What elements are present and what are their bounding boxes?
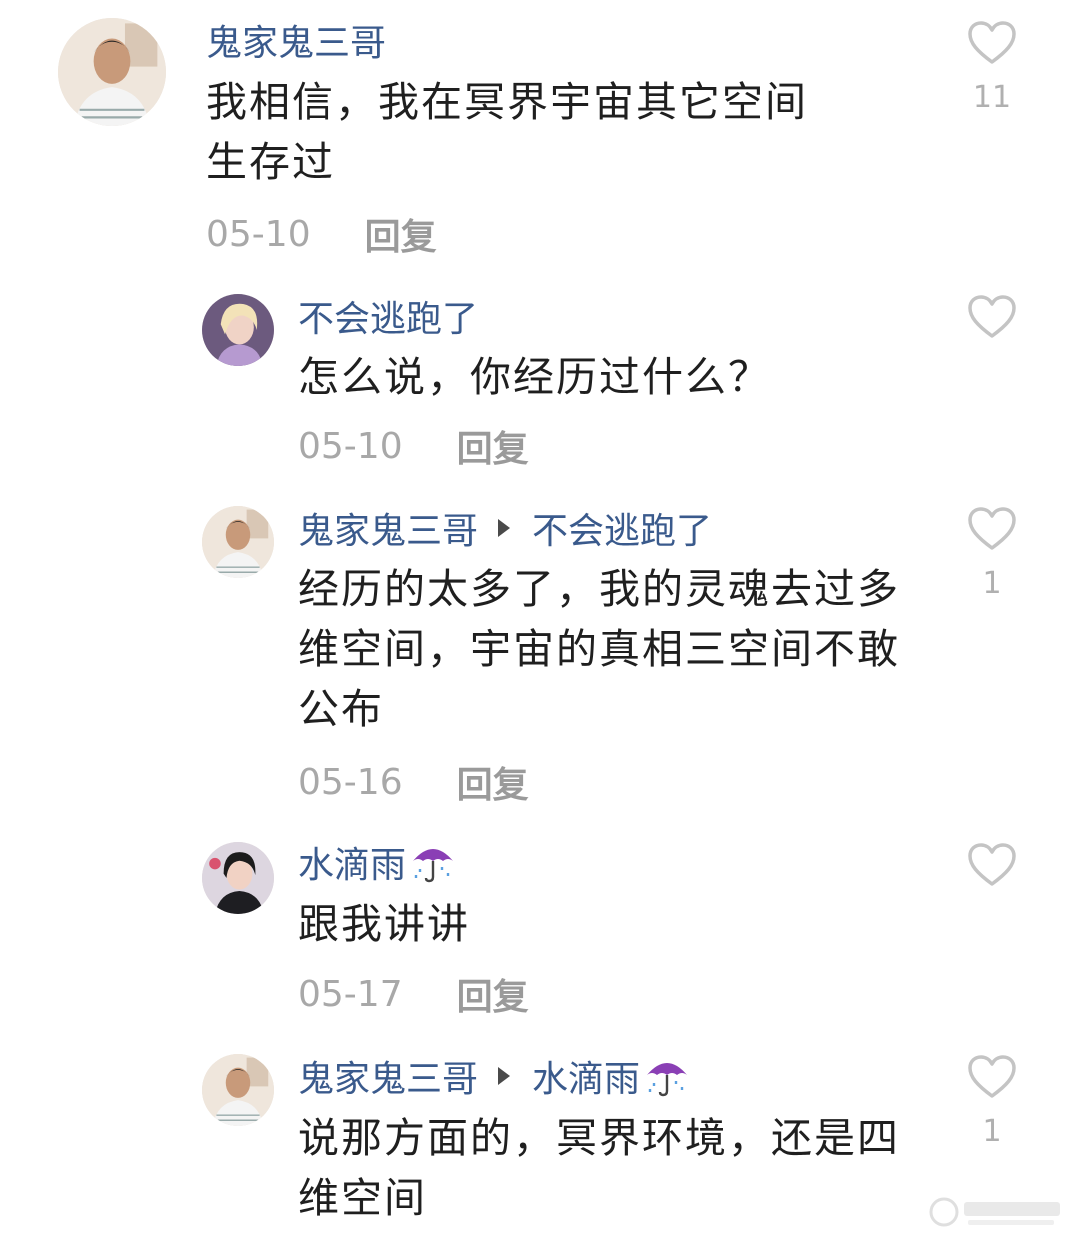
comment-text: 说那方面的，冥界环境，还是四维空间 (298, 1114, 900, 1222)
reply-to-name[interactable]: 不会逃跑了 (532, 502, 712, 554)
comment-author-line: 鬼家鬼三哥 (206, 16, 386, 64)
comment-author-line: 水滴雨 (298, 838, 456, 886)
author-name[interactable]: 不会逃跑了 (298, 290, 478, 342)
reply-button[interactable]: 回复 (457, 968, 529, 1020)
like-count: 1 (982, 566, 1002, 601)
comment-meta: 05-16 回复 (298, 760, 529, 807)
heart-icon[interactable] (967, 20, 1017, 66)
like-group: 11 (966, 20, 1018, 115)
comment-text: 我相信，我在冥界宇宙其它空间生存过 (206, 78, 808, 186)
like-group: 1 (966, 506, 1018, 601)
reply-to-name[interactable]: 水滴雨 (532, 1050, 640, 1102)
heart-icon[interactable] (967, 1054, 1017, 1100)
avatar[interactable] (202, 294, 274, 366)
heart-icon[interactable] (967, 294, 1017, 340)
comment-date: 05-10 (298, 425, 403, 467)
like-group (966, 842, 1018, 888)
comment-meta: 05-10 回复 (298, 424, 529, 471)
avatar[interactable] (202, 1054, 274, 1126)
avatar[interactable] (58, 18, 166, 126)
author-name[interactable]: 水滴雨 (298, 836, 406, 888)
like-count: 1 (982, 1114, 1002, 1149)
comment-author-line: 鬼家鬼三哥 水滴雨 (298, 1052, 690, 1100)
reply-arrow-icon (496, 517, 512, 539)
watermark-logo (928, 1192, 1068, 1232)
heart-icon[interactable] (967, 506, 1017, 552)
reply-arrow-icon (496, 1065, 512, 1087)
comment-meta: 05-17 回复 (298, 972, 529, 1019)
avatar[interactable] (202, 842, 274, 914)
comment-text: 怎么说，你经历过什么？ (298, 353, 771, 401)
comment-date: 05-16 (298, 761, 403, 803)
reply-button[interactable]: 回复 (457, 756, 529, 808)
like-group: 1 (966, 1054, 1018, 1149)
author-name[interactable]: 鬼家鬼三哥 (206, 14, 386, 66)
author-name[interactable]: 鬼家鬼三哥 (298, 502, 478, 554)
heart-icon[interactable] (967, 842, 1017, 888)
umbrella-icon (410, 839, 456, 885)
comment-text: 跟我讲讲 (298, 900, 470, 948)
comment-meta: 05-10 回复 (206, 212, 437, 259)
avatar[interactable] (202, 506, 274, 578)
comment-author-line: 不会逃跑了 (298, 292, 478, 340)
reply-button[interactable]: 回复 (457, 420, 529, 472)
like-count: 11 (972, 80, 1012, 115)
like-group (966, 294, 1018, 340)
comment-author-line: 鬼家鬼三哥 不会逃跑了 (298, 504, 712, 552)
comment-date: 05-17 (298, 973, 403, 1015)
author-name[interactable]: 鬼家鬼三哥 (298, 1050, 478, 1102)
umbrella-icon (644, 1053, 690, 1099)
reply-button[interactable]: 回复 (365, 208, 437, 260)
comment-date: 05-10 (206, 213, 311, 255)
comment-text: 经历的太多了，我的灵魂去过多维空间，宇宙的真相三空间不敢公布 (298, 565, 900, 733)
